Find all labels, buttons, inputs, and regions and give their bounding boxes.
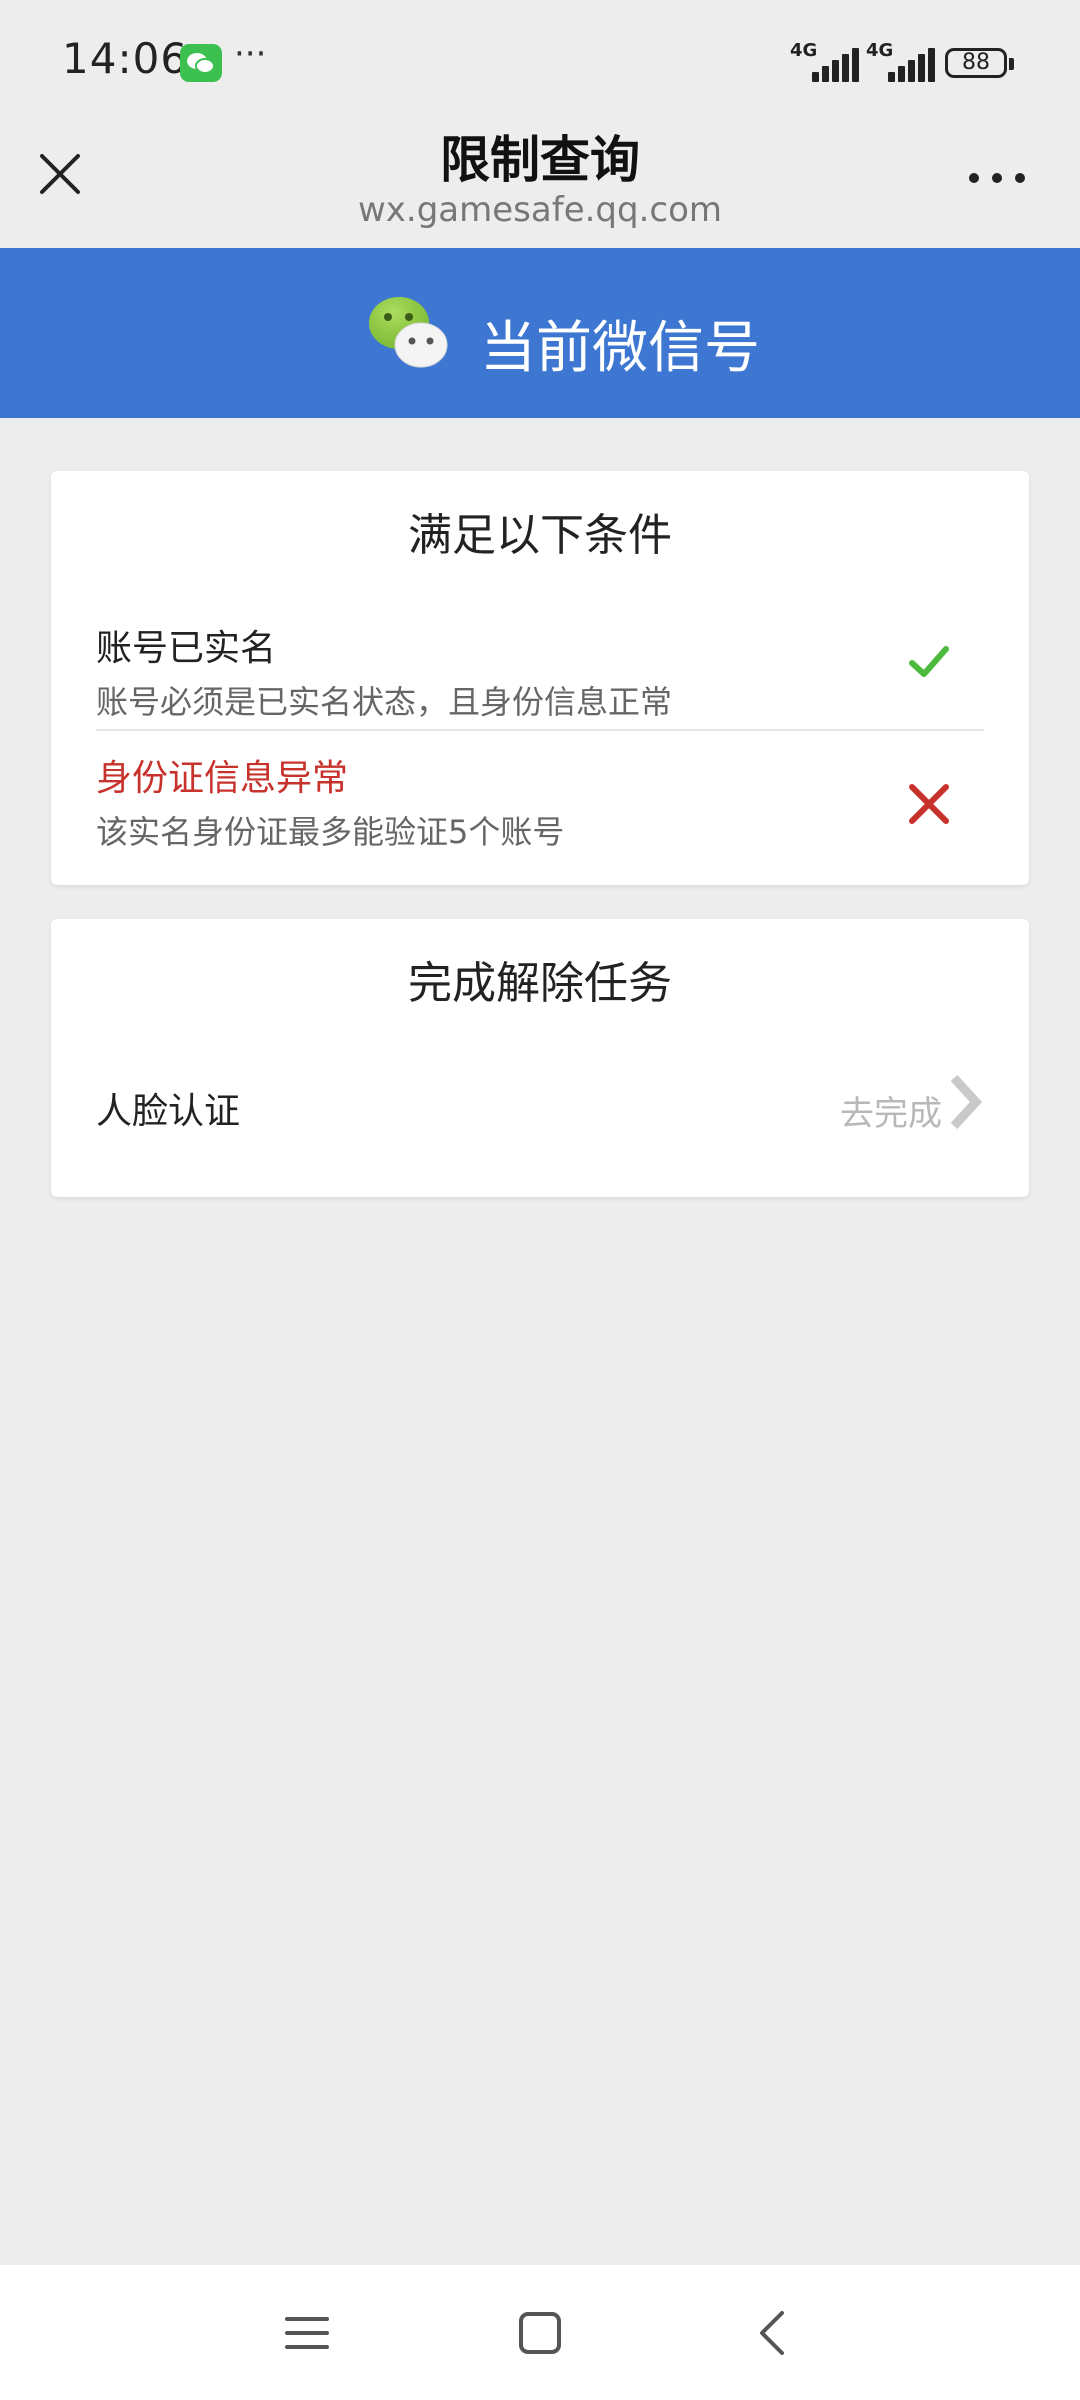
condition-item: 账号已实名 账号必须是已实名状态，且身份信息正常 [96,619,984,731]
wechat-notification-icon [180,44,222,82]
chevron-right-icon [950,1074,983,1130]
go-complete-button[interactable]: 去完成 [824,1072,984,1134]
check-icon [909,646,949,677]
tasks-card: 完成解除任务 人脸认证 去完成 [51,919,1029,1197]
status-time: 14:06 [62,34,189,83]
signal-type-label: 4G [790,40,818,61]
tasks-title: 完成解除任务 [408,958,672,1009]
signal-icon: 4G [866,40,936,82]
more-button[interactable] [962,158,1032,198]
system-nav-bar [0,2265,1080,2400]
conditions-title: 满足以下条件 [408,510,672,561]
go-complete-label: 去完成 [840,1094,942,1134]
signal-type-label: 4G [866,40,894,61]
status-more-notifications: ··· [234,34,267,74]
more-icon [969,173,1025,183]
battery-icon: 88 [945,48,1014,78]
back-icon[interactable] [742,2303,802,2363]
page-title: 限制查询 [440,131,640,189]
condition-title: 账号已实名 [96,628,277,669]
account-banner: 当前微信号 [0,248,1080,418]
nav-bar: 限制查询 wx.gamesafe.qq.com [0,110,1080,248]
task-row-face-verification[interactable]: 人脸认证 去完成 [96,1064,984,1144]
condition-item: 身份证信息异常 该实名身份证最多能验证5个账号 [96,749,984,859]
page-url: wx.gamesafe.qq.com [357,190,723,230]
home-icon[interactable] [510,2303,570,2363]
banner-title: 当前微信号 [480,316,760,381]
battery-level: 88 [962,50,990,75]
signal-icon: 4G [790,40,860,82]
menu-icon[interactable] [277,2303,337,2363]
status-bar: 14:06 ··· 4G 4G 88 [0,0,1080,125]
task-label: 人脸认证 [96,1091,241,1132]
wechat-logo-icon [369,297,448,368]
condition-title: 身份证信息异常 [96,758,349,799]
conditions-card: 满足以下条件 账号已实名 账号必须是已实名状态，且身份信息正常 身份证信息异常 … [51,471,1029,885]
condition-desc: 该实名身份证最多能验证5个账号 [96,813,565,851]
condition-desc: 账号必须是已实名状态，且身份信息正常 [96,683,673,721]
cross-icon [909,784,949,824]
